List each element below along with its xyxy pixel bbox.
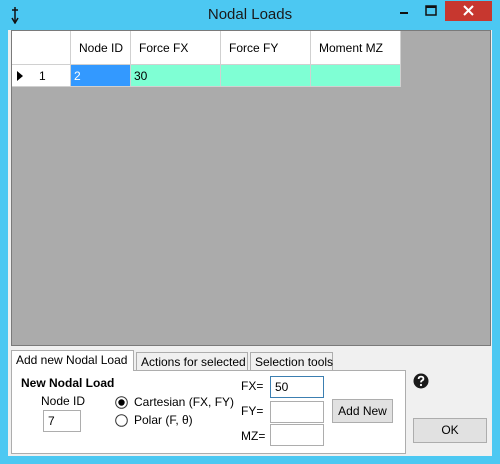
fx-label: FX=	[241, 379, 264, 393]
cell-moment-mz[interactable]	[311, 65, 401, 87]
node-id-label: Node ID	[41, 394, 86, 408]
grid-header: Node ID Force FX Force FY Moment MZ	[12, 31, 401, 65]
current-row-arrow-icon	[17, 71, 23, 81]
row-header[interactable]: 1	[12, 65, 71, 87]
polar-radio-label[interactable]: Polar (F, θ)	[134, 413, 193, 427]
mz-label: MZ=	[241, 429, 266, 443]
nodal-loads-window: Nodal Loads Node ID Force FX Force FY Mo…	[0, 0, 500, 464]
column-header-moment-mz[interactable]: Moment MZ	[311, 31, 401, 65]
new-nodal-load-heading: New Nodal Load	[21, 376, 115, 390]
tab-selection-tools[interactable]: Selection tools	[250, 352, 333, 370]
cartesian-radio[interactable]	[115, 396, 128, 409]
close-button[interactable]	[445, 1, 492, 21]
tab-add-new-nodal-load[interactable]: Add new Nodal Load	[11, 350, 134, 371]
add-new-button[interactable]: Add New	[332, 399, 393, 423]
column-header-force-fx[interactable]: Force FX	[131, 31, 221, 65]
column-header-force-fy[interactable]: Force FY	[221, 31, 311, 65]
row-number: 1	[39, 69, 46, 83]
title-bar[interactable]: Nodal Loads	[0, 0, 500, 30]
column-header-node-id[interactable]: Node ID	[71, 31, 131, 65]
minimize-icon	[400, 12, 408, 14]
mz-input[interactable]	[270, 424, 324, 446]
nodal-loads-grid[interactable]: Node ID Force FX Force FY Moment MZ 1 2 …	[11, 30, 491, 346]
maximize-icon	[425, 5, 437, 16]
fx-input[interactable]	[270, 376, 324, 398]
maximize-button[interactable]	[418, 1, 444, 21]
corner-header-cell[interactable]	[12, 31, 71, 65]
table-row[interactable]: 1 2 30	[12, 65, 401, 87]
cell-node-id[interactable]: 2	[71, 65, 131, 87]
help-icon[interactable]	[413, 373, 429, 389]
ok-button[interactable]: OK	[413, 418, 487, 443]
cell-force-fx[interactable]: 30	[131, 65, 221, 87]
cell-force-fy[interactable]	[221, 65, 311, 87]
fy-label: FY=	[241, 404, 264, 418]
client-area: Node ID Force FX Force FY Moment MZ 1 2 …	[8, 30, 492, 456]
close-icon	[463, 5, 474, 16]
cartesian-radio-label[interactable]: Cartesian (FX, FY)	[134, 395, 234, 409]
minimize-button[interactable]	[391, 1, 417, 21]
fy-input[interactable]	[270, 401, 324, 423]
add-nodal-load-panel: New Nodal Load Node ID Cartesian (FX, FY…	[11, 370, 406, 454]
node-id-input[interactable]	[43, 410, 81, 432]
polar-radio[interactable]	[115, 414, 128, 427]
tab-actions-for-selected[interactable]: Actions for selected	[136, 352, 248, 370]
